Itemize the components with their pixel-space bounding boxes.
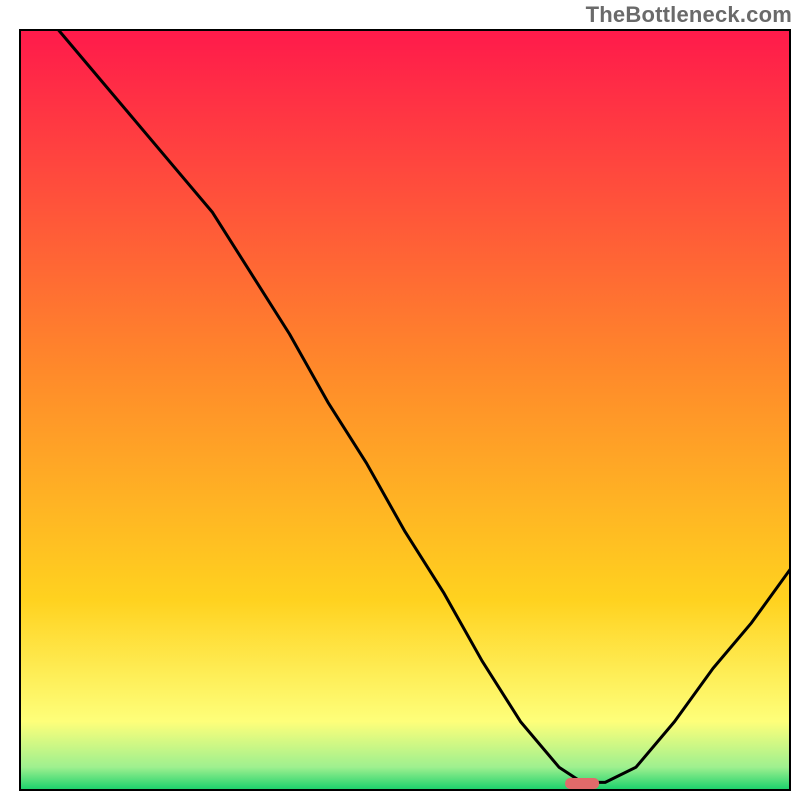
optimal-marker [565, 778, 599, 789]
gradient-background [20, 30, 790, 790]
bottleneck-chart [0, 0, 800, 800]
chart-container: TheBottleneck.com [0, 0, 800, 800]
watermark-label: TheBottleneck.com [586, 2, 792, 28]
